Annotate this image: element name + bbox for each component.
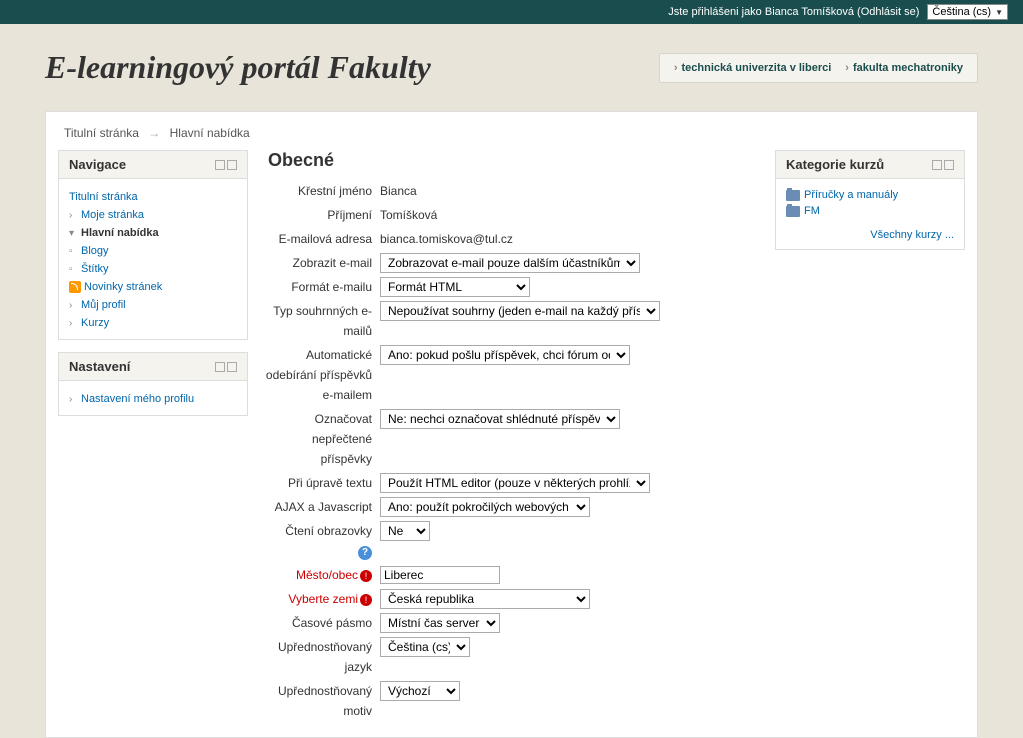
select-email-format[interactable]: Formát HTML bbox=[380, 277, 530, 297]
header-link-fm[interactable]: fakulta mechatroniky bbox=[845, 62, 963, 74]
label-ajax: AJAX a Javascript bbox=[260, 497, 380, 517]
label-timezone: Časové pásmo bbox=[260, 613, 380, 633]
label-theme: Upřednostňovaný motiv bbox=[260, 681, 380, 721]
settings-title: Nastavení bbox=[69, 359, 130, 374]
label-lang: Upřednostňovaný jazyk bbox=[260, 637, 380, 677]
header-link-tul[interactable]: technická univerzita v liberci bbox=[674, 62, 831, 74]
language-select[interactable]: Čeština (cs)▼ bbox=[927, 4, 1008, 20]
chevron-down-icon: ▼ bbox=[995, 8, 1003, 17]
label-email: E-mailová adresa bbox=[260, 229, 380, 249]
nav-mainmenu: Hlavní nabídka bbox=[81, 227, 159, 239]
label-editor: Při úpravě textu bbox=[260, 473, 380, 493]
help-icon[interactable]: ? bbox=[358, 546, 372, 560]
select-ajax[interactable]: Ano: použít pokročilých webových funkcí bbox=[380, 497, 590, 517]
nav-profile[interactable]: Můj profil bbox=[81, 299, 126, 311]
profile-form: Obecné Křestní jménoBianca PříjmeníTomíš… bbox=[260, 150, 763, 725]
label-city: Město/obec! bbox=[260, 565, 380, 585]
category-manuals[interactable]: Příručky a manuály bbox=[804, 189, 898, 201]
settings-profile[interactable]: Nastavení mého profilu bbox=[81, 393, 194, 405]
content: Titulní stránka → Hlavní nabídka Navigac… bbox=[45, 111, 978, 738]
nav-blogs[interactable]: Blogy bbox=[81, 245, 109, 257]
label-email-display: Zobrazit e-mail bbox=[260, 253, 380, 273]
value-firstname: Bianca bbox=[380, 181, 417, 201]
select-theme[interactable]: Výchozí bbox=[380, 681, 460, 701]
block-controls[interactable] bbox=[215, 362, 237, 372]
nav-home[interactable]: Titulní stránka bbox=[69, 191, 138, 203]
select-autosub[interactable]: Ano: pokud pošlu příspěvek, chci fórum o… bbox=[380, 345, 630, 365]
label-surname: Příjmení bbox=[260, 205, 380, 225]
value-email: bianca.tomiskova@tul.cz bbox=[380, 229, 513, 249]
value-surname: Tomíšková bbox=[380, 205, 437, 225]
input-city[interactable] bbox=[380, 566, 500, 584]
navigation-block: Navigace Titulní stránka ›Moje stránka ▾… bbox=[58, 150, 248, 340]
categories-block: Kategorie kurzů Příručky a manuály FM Vš… bbox=[775, 150, 965, 250]
block-controls[interactable] bbox=[932, 160, 954, 170]
nav-tags[interactable]: Štítky bbox=[81, 263, 109, 275]
select-email-display[interactable]: Zobrazovat e-mail pouze dalším účastníků… bbox=[380, 253, 640, 273]
top-bar: Jste přihlášeni jako Bianca Tomíšková (O… bbox=[0, 0, 1023, 24]
nav-mypage[interactable]: Moje stránka bbox=[81, 209, 144, 221]
login-info: Jste přihlášeni jako Bianca Tomíšková (O… bbox=[668, 6, 919, 18]
select-timezone[interactable]: Místní čas serveru bbox=[380, 613, 500, 633]
breadcrumb-home[interactable]: Titulní stránka bbox=[64, 126, 139, 140]
folder-icon bbox=[786, 206, 800, 217]
breadcrumb-separator: → bbox=[148, 126, 160, 140]
header: E-learningový portál Fakulty technická u… bbox=[0, 24, 1023, 111]
categories-title: Kategorie kurzů bbox=[786, 157, 884, 172]
rss-icon bbox=[69, 281, 81, 293]
folder-icon bbox=[786, 190, 800, 201]
label-digest: Typ souhrnných e-mailů bbox=[260, 301, 380, 341]
user-link[interactable]: Bianca Tomíšková bbox=[765, 6, 854, 18]
settings-block: Nastavení ›Nastavení mého profilu bbox=[58, 352, 248, 416]
label-email-format: Formát e-mailu bbox=[260, 277, 380, 297]
select-screenreader[interactable]: Ne bbox=[380, 521, 430, 541]
logout-link[interactable]: Odhlásit se bbox=[861, 6, 916, 18]
form-section-title: Obecné bbox=[260, 150, 763, 171]
nav-courses[interactable]: Kurzy bbox=[81, 317, 109, 329]
select-editor[interactable]: Použít HTML editor (pouze v některých pr… bbox=[380, 473, 650, 493]
header-links: technická univerzita v liberci fakulta m… bbox=[659, 53, 978, 83]
select-country[interactable]: Česká republika bbox=[380, 589, 590, 609]
label-screenreader: Čtení obrazovky? bbox=[260, 521, 380, 561]
site-title: E-learningový portál Fakulty bbox=[45, 49, 431, 86]
category-fm[interactable]: FM bbox=[804, 205, 820, 217]
select-lang[interactable]: Čeština (cs) bbox=[380, 637, 470, 657]
nav-title: Navigace bbox=[69, 157, 126, 172]
label-firstname: Křestní jméno bbox=[260, 181, 380, 201]
breadcrumb: Titulní stránka → Hlavní nabídka bbox=[58, 124, 965, 150]
label-autosub: Automatické odebírání příspěvků e-mailem bbox=[260, 345, 380, 405]
select-digest[interactable]: Nepoužívat souhrny (jeden e-mail na každ… bbox=[380, 301, 660, 321]
label-track: Označovat nepřečtené příspěvky bbox=[260, 409, 380, 469]
breadcrumb-current: Hlavní nabídka bbox=[170, 126, 250, 140]
required-icon: ! bbox=[360, 570, 372, 582]
all-courses-link[interactable]: Všechny kurzy ... bbox=[870, 229, 954, 241]
block-controls[interactable] bbox=[215, 160, 237, 170]
select-track[interactable]: Ne: nechci označovat shlédnuté příspěvky bbox=[380, 409, 620, 429]
label-country: Vyberte zemi! bbox=[260, 589, 380, 609]
nav-news[interactable]: Novinky stránek bbox=[84, 281, 162, 293]
required-icon: ! bbox=[360, 594, 372, 606]
